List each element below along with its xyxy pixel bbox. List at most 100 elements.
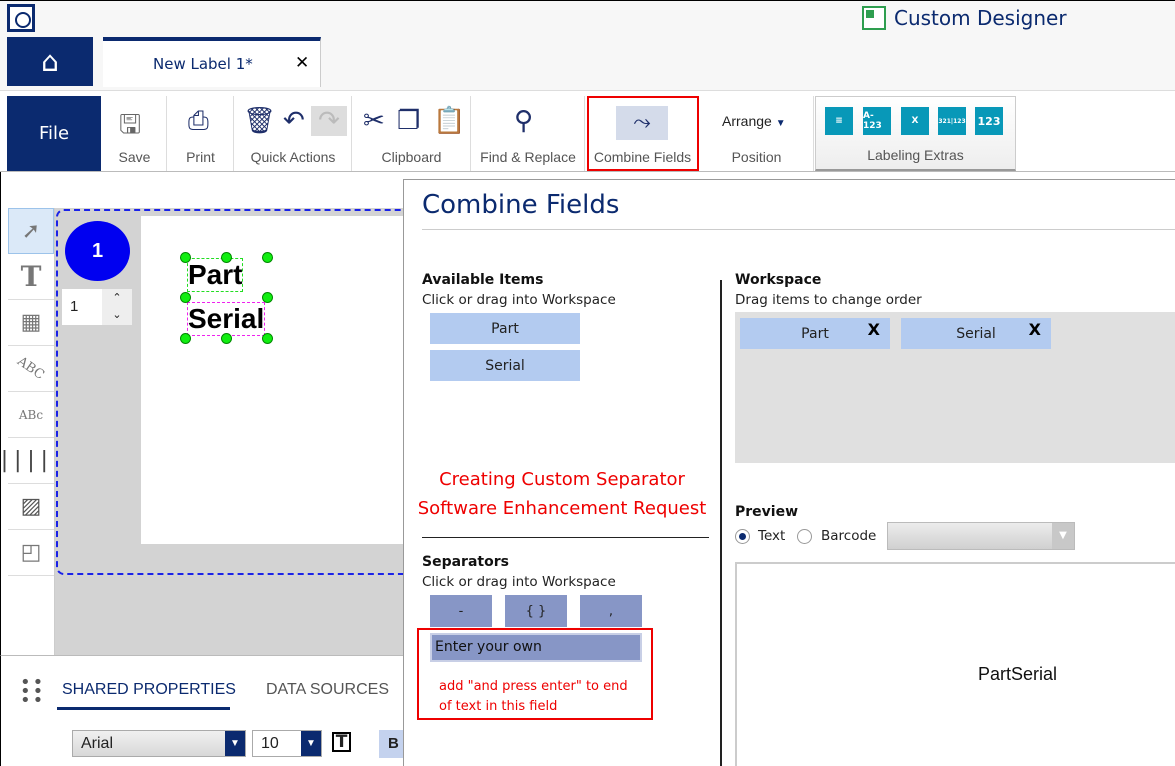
date-tool[interactable]: ▦ [8, 300, 54, 346]
label-canvas[interactable]: Part Serial [141, 216, 403, 544]
barcode-type-select[interactable]: ▼ [887, 522, 1075, 550]
fit-text-icon: ABc [18, 407, 44, 422]
resize-handle[interactable] [180, 292, 191, 303]
find-replace-label: Find & Replace [480, 149, 576, 165]
note-line-1: add "and press enter" to end [439, 679, 628, 694]
designer-icon [862, 6, 886, 30]
shapes-icon: ◰ [20, 540, 42, 565]
print-label: Print [186, 149, 215, 165]
item-label: Serial [956, 325, 996, 342]
workspace-hint: Drag items to change order [735, 292, 922, 308]
quick-actions-label: Quick Actions [250, 149, 336, 165]
calendar-clock-icon: ▦ [20, 310, 42, 335]
tab-label: New Label 1* [153, 55, 253, 73]
annotation-line-1: Creating Custom Separator [439, 469, 685, 490]
tab-shared-properties[interactable]: SHARED PROPERTIES [62, 681, 236, 699]
text-tool[interactable]: T [8, 254, 54, 300]
shape-tool[interactable]: ◰ [8, 530, 54, 576]
tab-data-sources[interactable]: DATA SOURCES [266, 681, 389, 699]
copy-icon[interactable]: ❐ [397, 106, 420, 136]
close-tab-icon[interactable]: ✕ [295, 53, 309, 73]
save-button[interactable]: 🖫 Save [103, 96, 167, 171]
sequence-icon[interactable]: 321|123 [938, 107, 966, 135]
remove-item-icon[interactable]: X [1029, 320, 1041, 339]
text-fit-icon[interactable]: T [332, 732, 351, 752]
paste-icon[interactable]: 📋 [433, 106, 465, 136]
part-text-object[interactable]: Part [187, 258, 244, 292]
caret-down-icon: ▼ [301, 731, 321, 756]
undo-icon[interactable]: ↶ [283, 106, 305, 136]
custom-separator-input[interactable]: Enter your own [430, 633, 642, 662]
combine-fields-highlight [587, 96, 699, 171]
serial-text-object[interactable]: Serial [187, 302, 266, 336]
image-icon: ▨ [20, 494, 42, 519]
redo-icon[interactable]: ↷ [311, 106, 347, 136]
barcode-tool[interactable]: ||||| [0, 438, 64, 484]
resize-handle[interactable] [221, 333, 232, 344]
excel-icon[interactable]: X [901, 107, 929, 135]
app-title: Custom Designer [862, 6, 1067, 30]
separator-dash[interactable]: - [430, 595, 492, 627]
font-family-select[interactable]: Arial ▼ [72, 730, 246, 757]
resize-handle[interactable] [262, 333, 273, 344]
home-button[interactable]: ⌂ [7, 37, 93, 86]
separators-hint: Click or drag into Workspace [422, 574, 616, 590]
arrange-label: Arrange [722, 113, 772, 129]
delete-icon[interactable]: 🗑 [243, 106, 276, 136]
available-items-hint: Click or drag into Workspace [422, 292, 616, 308]
position-label: Position [731, 149, 782, 165]
binoculars-icon: ⚲ [514, 106, 534, 136]
resize-handle[interactable] [180, 252, 191, 263]
annotation-line-2: Software Enhancement Request [417, 498, 707, 519]
column-divider [720, 280, 722, 766]
caret-down-icon: ▼ [1052, 523, 1074, 549]
remove-item-icon[interactable]: X [868, 320, 880, 339]
resize-handle[interactable] [262, 252, 273, 263]
resize-handle[interactable] [262, 292, 273, 303]
fit-text-tool[interactable]: ABc [8, 392, 54, 438]
workspace-item-serial[interactable]: Serial X [901, 318, 1051, 349]
dialog-title: Combine Fields [422, 190, 620, 220]
preview-barcode-radio[interactable] [797, 529, 812, 544]
save-icon: 🖫 [119, 110, 142, 140]
copy-count-input[interactable]: 1 [62, 289, 102, 325]
resize-handle[interactable] [180, 333, 191, 344]
counter-icon[interactable]: 123 [975, 107, 1003, 135]
chevron-up-icon[interactable]: ⌃ [102, 289, 132, 306]
bold-button[interactable]: B [379, 730, 403, 758]
preview-barcode-label: Barcode [821, 528, 877, 544]
preview-heading: Preview [735, 504, 799, 520]
separator-braces[interactable]: { } [505, 595, 567, 627]
font-size-select[interactable]: 10 ▼ [252, 730, 322, 757]
copy-count-stepper[interactable]: ⌃ ⌄ [102, 289, 132, 325]
item-label: Part [801, 325, 829, 342]
resize-handle[interactable] [221, 252, 232, 263]
label-number-badge: 1 [65, 221, 130, 281]
save-label: Save [118, 149, 151, 165]
available-item-part[interactable]: Part [430, 313, 580, 344]
custom-separator-note: add "and press enter" to end of text in t… [439, 677, 628, 717]
cut-icon[interactable]: ✂ [363, 106, 385, 136]
workspace-item-part[interactable]: Part X [740, 318, 890, 349]
arc-text-icon: ABC [14, 353, 48, 384]
workspace-heading: Workspace [735, 272, 822, 288]
drag-grip-icon[interactable]: •• •• •• [20, 674, 45, 710]
pointer-icon: ➚ [21, 218, 41, 244]
file-button[interactable]: File [7, 96, 101, 171]
image-tool[interactable]: ▨ [8, 484, 54, 530]
find-replace-button[interactable]: ⚲ Find & Replace [472, 96, 585, 171]
preview-text-radio[interactable] [735, 529, 750, 544]
tab-new-label-1[interactable]: New Label 1* ✕ [103, 37, 321, 87]
arc-text-tool[interactable]: ABC [8, 346, 54, 392]
serial-icon[interactable]: A-123 [863, 107, 891, 135]
note-line-2: of text in this field [439, 699, 558, 714]
available-item-serial[interactable]: Serial [430, 350, 580, 381]
chevron-down-icon[interactable]: ⌄ [102, 306, 132, 323]
select-tool[interactable]: ➚ [8, 208, 54, 254]
preview-value: PartSerial [978, 664, 1058, 684]
arrange-dropdown[interactable]: Arrange ▼ [722, 113, 786, 129]
database-icon[interactable]: ≡ [825, 107, 853, 135]
print-button[interactable]: ⎙ Print [168, 96, 234, 171]
separator-comma[interactable]: , [580, 595, 642, 627]
home-icon: ⌂ [41, 45, 59, 78]
